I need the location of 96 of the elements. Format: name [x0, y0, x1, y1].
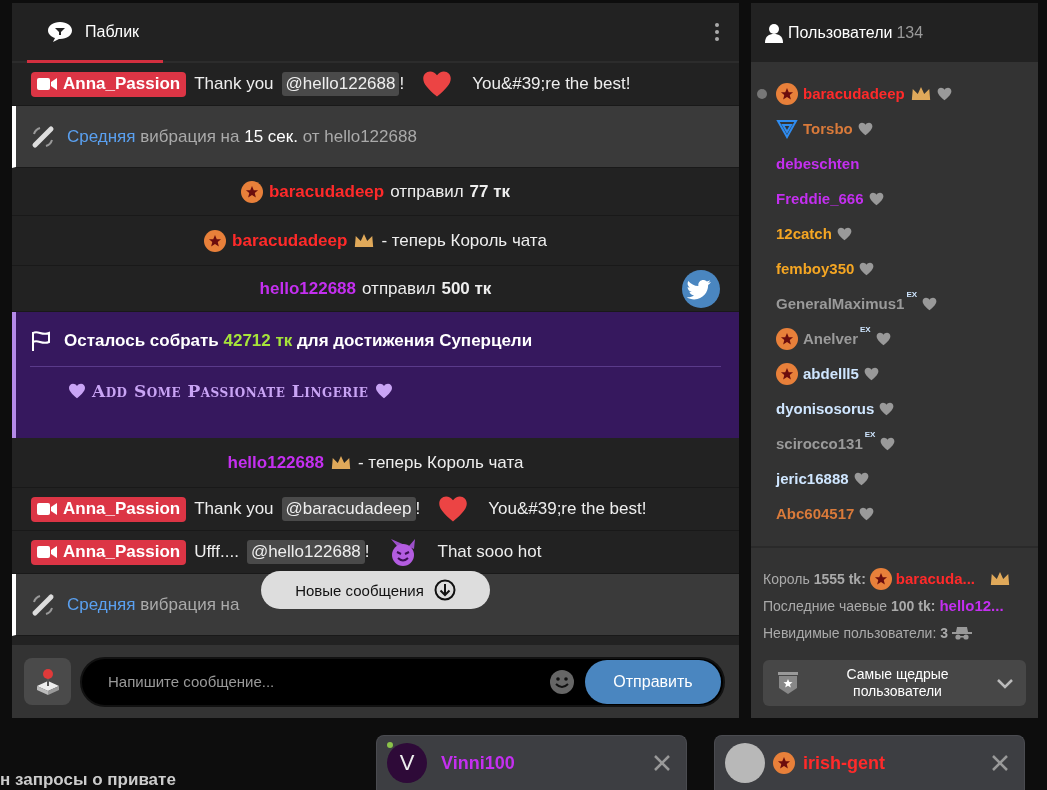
- user-icon: [764, 22, 784, 43]
- username[interactable]: Abc604517: [776, 505, 855, 522]
- close-icon[interactable]: [654, 755, 670, 771]
- shield-star-icon: [777, 671, 799, 695]
- message-text: !: [415, 499, 421, 519]
- heart-emoji-icon: [438, 495, 469, 523]
- last-tip-label: Последние чаевые: [763, 597, 888, 614]
- chevron-icon: [996, 677, 1014, 689]
- flag-icon: [30, 330, 52, 352]
- message-input-field[interactable]: Напишите сообщение... Отправить: [80, 656, 725, 707]
- model-name: Anna_Passion: [63, 73, 181, 94]
- ex-label: EX: [906, 290, 918, 299]
- message-text: You&#39;re the best!: [488, 499, 647, 519]
- mention-tag: @baracudadeep: [281, 497, 416, 521]
- username[interactable]: irish-gent: [803, 752, 984, 774]
- chat-bubble-icon: [47, 20, 73, 43]
- joystick-button[interactable]: [24, 658, 71, 705]
- message-text: !: [364, 542, 370, 562]
- username[interactable]: scirocco131: [776, 435, 863, 452]
- video-camera-icon: [37, 544, 57, 559]
- smiley-icon[interactable]: [549, 668, 575, 695]
- username[interactable]: hello12...: [939, 597, 1004, 614]
- kebab-menu-icon[interactable]: [715, 23, 719, 41]
- username[interactable]: baracuda...: [895, 570, 976, 587]
- message-text: You&#39;re the best!: [472, 74, 631, 94]
- message-text: !: [399, 74, 405, 94]
- vibration-notice: Средняя вибрация на 15 сек. от hello122688: [67, 126, 417, 147]
- vibration-icon: [31, 124, 55, 149]
- heart-icon: [68, 383, 86, 399]
- star-badge-icon: [776, 362, 798, 385]
- triangle-badge-icon: [776, 118, 798, 139]
- vibration-notice: Средняя вибрация на: [67, 594, 240, 615]
- username[interactable]: Torsbo: [803, 120, 853, 137]
- crown-icon: [353, 232, 376, 249]
- username[interactable]: abdelll5: [803, 365, 859, 382]
- new-messages-button[interactable]: Новые сообщения: [261, 571, 490, 609]
- goal-title: Add Some Passionate Lingerie: [92, 381, 369, 401]
- private-chat-tab[interactable]: irish-gent: [714, 735, 1025, 790]
- send-button[interactable]: Отправить: [585, 659, 721, 704]
- private-requests-text: н запросы о привате: [0, 770, 177, 790]
- username[interactable]: hello122688: [227, 452, 324, 473]
- model-name: Anna_Passion: [63, 498, 181, 519]
- username[interactable]: jeric16888: [776, 470, 849, 487]
- ex-label: EX: [864, 430, 876, 439]
- username[interactable]: baracudadeep: [232, 230, 348, 251]
- username[interactable]: GeneralMaximus1: [776, 295, 905, 312]
- message-text: Thank you: [194, 74, 274, 94]
- username[interactable]: debeschten: [776, 155, 860, 172]
- top-users-dropdown[interactable]: Самые щедрые пользователи: [763, 660, 1026, 706]
- username[interactable]: 12catch: [776, 225, 832, 242]
- king-text: - теперь Король чата: [381, 230, 547, 251]
- video-camera-icon: [37, 76, 57, 91]
- goal-text: Осталось собрать 42712 тк для достижения Суперцели: [64, 331, 533, 351]
- username[interactable]: femboy350: [776, 260, 855, 277]
- joystick-icon: [34, 667, 61, 696]
- star-badge-icon: [776, 82, 798, 105]
- tip-text: отправил: [390, 181, 464, 202]
- photo-placeholder: [725, 743, 765, 783]
- model-name: Anna_Passion: [63, 541, 181, 562]
- crown-icon: [329, 454, 352, 471]
- username[interactable]: Anelver: [803, 330, 859, 347]
- close-icon[interactable]: [992, 755, 1008, 771]
- avatar-circle: V: [387, 743, 427, 783]
- ex-label: EX: [860, 325, 871, 334]
- king-text: - теперь Король чата: [357, 452, 524, 473]
- username[interactable]: Freddie_666: [776, 190, 864, 207]
- king-amount: 1555 tk:: [813, 570, 866, 587]
- twitter-bird-icon[interactable]: [682, 270, 720, 308]
- username[interactable]: baracudadeep: [268, 181, 385, 202]
- star-badge-icon: [776, 327, 798, 350]
- invisible-count: 3: [940, 624, 949, 641]
- heart-icon: [374, 383, 393, 399]
- private-chat-tab[interactable]: V Vinni100: [376, 735, 687, 790]
- username[interactable]: Vinni100: [441, 752, 646, 774]
- heart-emoji-icon: [422, 70, 453, 98]
- invisible-label: Невидимые пользователи:: [763, 624, 937, 641]
- vibration-icon: [31, 592, 55, 617]
- users-count: 134: [896, 23, 924, 42]
- users-title: Пользователи: [788, 23, 893, 42]
- message-text: That sooo hot: [437, 542, 542, 562]
- message-text: Thank you: [194, 499, 274, 519]
- tip-amount: 100 tk:: [891, 597, 936, 614]
- tip-amount: 77 тк: [469, 181, 511, 202]
- tip-amount: 500 тк: [441, 278, 492, 299]
- tip-text: отправил: [362, 278, 436, 299]
- arrow-down-circle-icon: [433, 579, 456, 601]
- message-text: Ufff....: [194, 542, 239, 562]
- crown-icon: [989, 570, 1012, 587]
- king-label: Король: [763, 570, 810, 587]
- video-camera-icon: [37, 501, 57, 516]
- mention-tag: @hello122688: [281, 72, 400, 96]
- spy-icon: [952, 625, 973, 640]
- mention-tag: @hello122688: [246, 540, 365, 564]
- username[interactable]: baracudadeep: [803, 85, 905, 102]
- username[interactable]: dyonisosorus: [776, 400, 875, 417]
- username[interactable]: hello122688: [259, 278, 356, 299]
